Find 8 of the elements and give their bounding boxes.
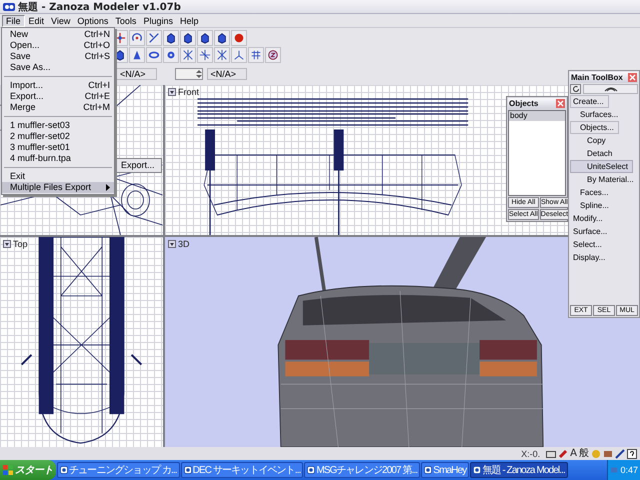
viewport-label: 3D (178, 239, 190, 249)
window-title: 無題 - Zanoza Modeler v1.07b (18, 0, 181, 14)
viewport-label: Top (13, 239, 28, 249)
coordinate-text: X:-0. (521, 448, 540, 458)
viewport-label: Front (178, 87, 200, 97)
panel-title: Objects (509, 99, 538, 108)
clock-text: 0:47 (620, 465, 638, 475)
panel-title: Main ToolBox (571, 73, 623, 82)
